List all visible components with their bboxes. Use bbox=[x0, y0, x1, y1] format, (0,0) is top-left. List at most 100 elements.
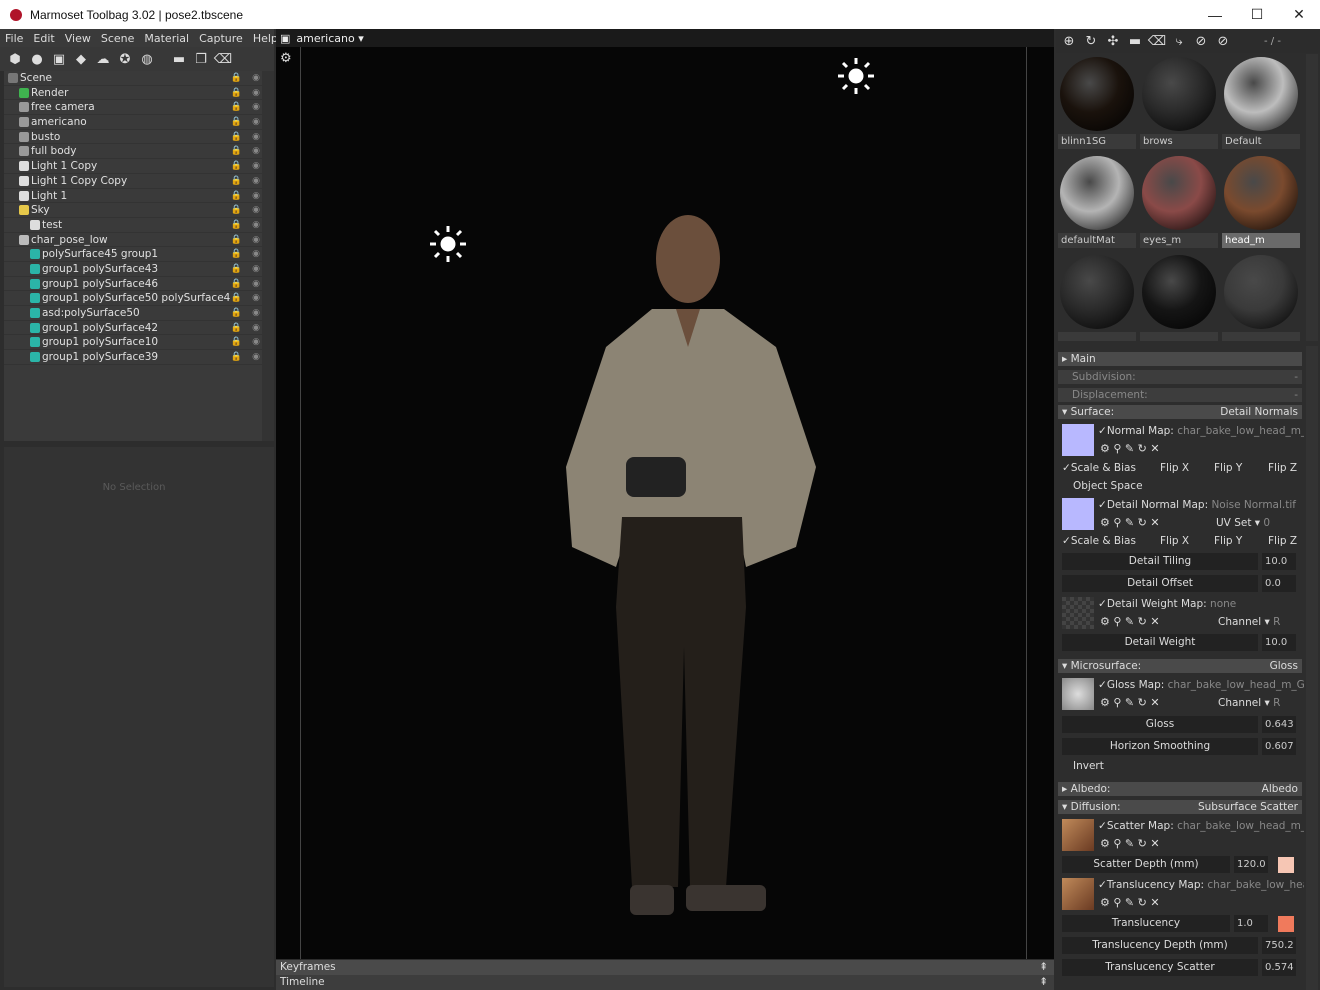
visibility-eye-icon[interactable]: ◉ bbox=[252, 174, 260, 189]
timeline-bar[interactable]: Timeline ⇞ bbox=[276, 975, 1054, 990]
detail-tiling-value[interactable]: 10.0 bbox=[1262, 553, 1296, 570]
lock-icon[interactable]: 🔒 bbox=[231, 262, 242, 277]
lock-icon[interactable]: 🔒 bbox=[231, 159, 242, 174]
scatter-map-tools[interactable]: ⚙ ⚲ ✎ ↻ ✕ bbox=[1100, 837, 1160, 850]
albedo-section-header[interactable]: ▸ Albedo: Albedo bbox=[1058, 782, 1302, 796]
visibility-eye-icon[interactable]: ◉ bbox=[252, 277, 260, 292]
visibility-eye-icon[interactable]: ◉ bbox=[252, 350, 260, 365]
material-grid-icon[interactable]: ✣ bbox=[1102, 31, 1124, 51]
detail-tiling-slider[interactable]: Detail Tiling bbox=[1062, 553, 1258, 570]
translucency-scatter-slider[interactable]: Translucency Scatter bbox=[1062, 959, 1258, 976]
scene-tree-scrollbar[interactable] bbox=[262, 71, 274, 441]
menu-material[interactable]: Material bbox=[139, 32, 194, 45]
scene-tree-item[interactable]: full body 🔒 ◉ bbox=[4, 144, 264, 160]
visibility-eye-icon[interactable]: ◉ bbox=[252, 203, 260, 218]
delete-icon[interactable]: ⌫ bbox=[212, 49, 234, 69]
material-tile[interactable]: blinn1SG bbox=[1058, 54, 1136, 151]
visibility-eye-icon[interactable]: ◉ bbox=[252, 86, 260, 101]
lock-icon[interactable]: 🔒 bbox=[231, 335, 242, 350]
visibility-eye-icon[interactable]: ◉ bbox=[252, 262, 260, 277]
horizon-smoothing-slider[interactable]: Horizon Smoothing bbox=[1062, 738, 1258, 755]
lock-icon[interactable]: 🔒 bbox=[231, 174, 242, 189]
lock-icon[interactable]: 🔒 bbox=[231, 306, 242, 321]
scene-tree-item[interactable]: group1 polySurface42 🔒 ◉ bbox=[4, 321, 264, 336]
scene-tree-item[interactable]: americano 🔒 ◉ bbox=[4, 115, 264, 130]
scene-tree-item[interactable]: Scene 🔒 ◉ bbox=[4, 71, 264, 86]
detail-normal-map-tools[interactable]: ⚙ ⚲ ✎ ↻ ✕ bbox=[1100, 516, 1160, 529]
duplicate-icon[interactable]: ❐ bbox=[190, 49, 212, 69]
lock-icon[interactable]: 🔒 bbox=[231, 321, 242, 336]
visibility-eye-icon[interactable]: ◉ bbox=[252, 130, 260, 145]
scene-tree-item[interactable]: char_pose_low 🔒 ◉ bbox=[4, 233, 264, 248]
lock-icon[interactable]: 🔒 bbox=[231, 203, 242, 218]
material-folder-icon[interactable]: ▬ bbox=[1124, 31, 1146, 51]
material-tile[interactable]: brows bbox=[1140, 54, 1218, 151]
object-space-checkbox[interactable]: Object Space bbox=[1073, 480, 1143, 492]
scene-tree-item[interactable]: group1 polySurface10 🔒 ◉ bbox=[4, 335, 264, 351]
assign-material-icon[interactable]: ⤷ bbox=[1168, 31, 1190, 51]
visibility-eye-icon[interactable]: ◉ bbox=[252, 335, 260, 350]
normal-map-tools[interactable]: ⚙ ⚲ ✎ ↻ ✕ bbox=[1100, 442, 1160, 455]
displacement-row[interactable]: Displacement: - bbox=[1058, 388, 1302, 402]
detail-offset-slider[interactable]: Detail Offset bbox=[1062, 575, 1258, 592]
delete-material-icon[interactable]: ⌫ bbox=[1146, 31, 1168, 51]
visibility-eye-icon[interactable]: ◉ bbox=[252, 189, 260, 204]
visibility-eye-icon[interactable]: ◉ bbox=[252, 115, 260, 130]
visibility-eye-icon[interactable]: ◉ bbox=[252, 321, 260, 336]
detail-flip-x-checkbox[interactable]: Flip X bbox=[1160, 535, 1189, 547]
material-picker-icon[interactable]: ⊘ bbox=[1190, 31, 1212, 51]
invert-checkbox[interactable]: Invert bbox=[1073, 760, 1104, 772]
folder-icon[interactable]: ▬ bbox=[168, 49, 190, 69]
lock-icon[interactable]: 🔒 bbox=[231, 100, 242, 115]
material-tile[interactable] bbox=[1222, 252, 1300, 341]
lock-icon[interactable]: 🔒 bbox=[231, 247, 242, 262]
scatter-depth-slider[interactable]: Scatter Depth (mm) bbox=[1062, 856, 1230, 873]
light-gizmo-left-icon[interactable] bbox=[430, 226, 466, 262]
detail-scale-bias-checkbox[interactable]: ✓Scale & Bias bbox=[1062, 535, 1136, 547]
lock-icon[interactable]: 🔒 bbox=[231, 189, 242, 204]
lock-icon[interactable]: 🔒 bbox=[231, 233, 242, 248]
lock-icon[interactable]: 🔒 bbox=[231, 130, 242, 145]
add-mesh-icon[interactable]: ⬢ bbox=[4, 49, 26, 69]
inspector-scrollbar[interactable] bbox=[1306, 346, 1318, 990]
scene-tree-item[interactable]: Sky 🔒 ◉ bbox=[4, 203, 264, 218]
visibility-eye-icon[interactable]: ◉ bbox=[252, 306, 260, 321]
flip-x-checkbox[interactable]: Flip X bbox=[1160, 462, 1189, 474]
visibility-eye-icon[interactable]: ◉ bbox=[252, 218, 260, 233]
scene-tree-item[interactable]: group1 polySurface46 🔒 ◉ bbox=[4, 277, 264, 292]
translucency-map-tools[interactable]: ⚙ ⚲ ✎ ↻ ✕ bbox=[1100, 896, 1160, 909]
detail-offset-value[interactable]: 0.0 bbox=[1262, 575, 1296, 592]
menu-scene[interactable]: Scene bbox=[96, 32, 140, 45]
material-tile[interactable]: eyes_m bbox=[1140, 153, 1218, 250]
material-tile[interactable] bbox=[1058, 252, 1136, 341]
detail-weight-channel-dropdown[interactable]: Channel ▾ R bbox=[1218, 616, 1280, 628]
gloss-map-tools[interactable]: ⚙ ⚲ ✎ ↻ ✕ bbox=[1100, 696, 1160, 709]
light-gizmo-right-icon[interactable] bbox=[838, 58, 874, 94]
translucency-depth-value[interactable]: 750.2 bbox=[1262, 937, 1296, 954]
scatter-map-thumbnail[interactable] bbox=[1062, 819, 1094, 851]
lock-icon[interactable]: 🔒 bbox=[231, 71, 242, 86]
add-sky-icon[interactable]: ◍ bbox=[136, 49, 158, 69]
scene-tree-item[interactable]: Light 1 Copy Copy 🔒 ◉ bbox=[4, 174, 264, 189]
flip-z-checkbox[interactable]: Flip Z bbox=[1268, 462, 1297, 474]
lock-icon[interactable]: 🔒 bbox=[231, 86, 242, 101]
scene-tree-item[interactable]: Render 🔒 ◉ bbox=[4, 86, 264, 101]
camera-selector[interactable]: americano ▾ bbox=[296, 32, 363, 45]
translucency-color-swatch[interactable] bbox=[1278, 916, 1294, 932]
lock-icon[interactable]: 🔒 bbox=[231, 350, 242, 365]
add-shadow-catcher-icon[interactable]: ◆ bbox=[70, 49, 92, 69]
lock-icon[interactable]: 🔒 bbox=[231, 115, 242, 130]
scene-tree-item[interactable]: asd:polySurface50 🔒 ◉ bbox=[4, 306, 264, 321]
translucency-map-thumbnail[interactable] bbox=[1062, 878, 1094, 910]
detail-flip-z-checkbox[interactable]: Flip Z bbox=[1268, 535, 1297, 547]
gloss-slider[interactable]: Gloss bbox=[1062, 716, 1258, 733]
menu-edit[interactable]: Edit bbox=[28, 32, 59, 45]
scene-tree-item[interactable]: test 🔒 ◉ bbox=[4, 218, 264, 233]
material-tile[interactable]: Default bbox=[1222, 54, 1300, 151]
uv-set-dropdown[interactable]: UV Set ▾ 0 bbox=[1216, 517, 1270, 529]
menu-file[interactable]: File bbox=[0, 32, 28, 45]
add-light-icon[interactable]: ● bbox=[26, 49, 48, 69]
lock-icon[interactable]: 🔒 bbox=[231, 291, 242, 306]
material-eyedropper-icon[interactable]: ⊘ bbox=[1212, 31, 1234, 51]
visibility-eye-icon[interactable]: ◉ bbox=[252, 247, 260, 262]
